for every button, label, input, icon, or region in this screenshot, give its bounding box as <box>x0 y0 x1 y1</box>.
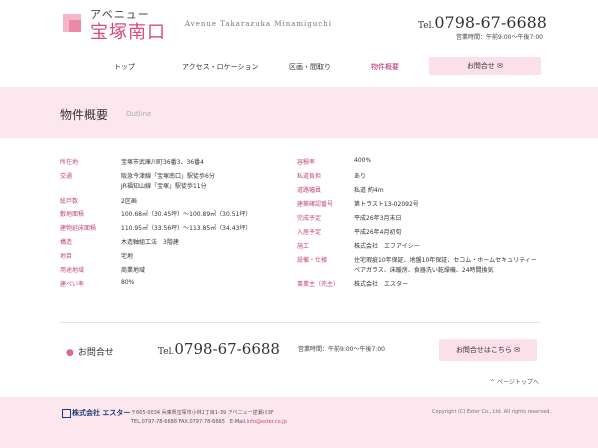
outline-value: 株式会社 エフアイシー <box>354 243 420 250</box>
bullet-icon: ● <box>66 348 74 358</box>
footer <box>0 397 598 448</box>
outline-label: 建物延床面積 <box>60 225 97 232</box>
email-link[interactable]: info@ester.co.jp <box>247 419 287 425</box>
company-logo[interactable]: 株式会社 エスター <box>72 408 130 418</box>
nav-item-outline[interactable]: 物件概要 <box>371 62 399 72</box>
outline-value: 第トラスト13-02092号 <box>354 201 419 208</box>
outline-value: 80% <box>121 279 135 286</box>
outline-value: 平成26年4月初旬 <box>354 229 402 236</box>
contact-hours: 営業時間：午前9:00〜午後7:00 <box>298 346 385 353</box>
nav-item-top[interactable]: トップ <box>114 62 135 72</box>
outline-value: JR福知山線「宝塚」駅徒歩11分 <box>121 183 207 190</box>
contact-button[interactable]: お問合せはこちら ✉ <box>439 339 537 361</box>
tel-number: 0798-67-6688 <box>434 13 547 32</box>
outline-value: 110.95㎡（33.56坪）〜113.85㎡（34.43坪） <box>121 225 252 232</box>
tel-prefix: Tel. <box>158 347 175 357</box>
contact-heading-label: お問合せ <box>77 348 114 358</box>
page-top-link[interactable]: ^ ページトップへ <box>490 377 539 386</box>
logo-english: Avenue Takarazuka Minamiguchi <box>185 20 332 28</box>
outline-label: 道路幅員 <box>297 187 322 194</box>
outline-label: 建築確認番号 <box>297 201 334 208</box>
copyright: Copyright (C) Ester Co., Ltd. All rights… <box>432 409 552 415</box>
outline-value: 商業地域 <box>121 267 146 274</box>
outline-value: 2区画 <box>121 198 137 205</box>
outline-label: 所在地 <box>60 159 79 166</box>
outline-value: 400% <box>354 157 372 164</box>
mail-icon: ✉ <box>514 346 521 354</box>
mail-icon: ✉ <box>497 62 504 70</box>
outline-label: 交通 <box>60 173 73 180</box>
outline-value: 私道 約4m <box>354 187 384 194</box>
outline-label: 容積率 <box>297 159 316 166</box>
outline-value: 木造軸組工法 3階建 <box>121 239 179 246</box>
outline-value: 阪急今津線「宝塚南口」駅徒歩6分 <box>121 173 215 180</box>
outline-label: 私道負担 <box>297 173 322 180</box>
outline-value: 宅地 <box>121 253 134 260</box>
page-title-english: Outline <box>126 110 152 118</box>
outline-value: ペアガラス、床暖房、食器洗い乾燥機、24時間換気 <box>354 267 494 274</box>
outline-label: 完成予定 <box>297 215 322 222</box>
outline-label: 施工 <box>297 243 310 250</box>
contact-heading: ● お問合せ <box>66 345 114 358</box>
outline-label: 入居予定 <box>297 229 322 236</box>
company-logo-icon <box>62 409 71 418</box>
page-title: 物件概要 <box>60 108 109 122</box>
contact-button-label: お問合せはこちら <box>455 346 512 354</box>
nav-item-access[interactable]: アクセス・ロケーション <box>182 62 259 72</box>
outline-label: 地目 <box>60 253 73 260</box>
outline-label: 敷地面積 <box>60 211 85 218</box>
tel-fax: TEL.0797-78-6688 FAX.0797-78-6665 E-Mail… <box>131 419 247 425</box>
outline-label: 用途地域 <box>60 267 85 274</box>
outline-label: 建ぺい率 <box>60 281 85 288</box>
outline-label: 構造 <box>60 239 73 246</box>
logo-title[interactable]: 宝塚南口 <box>90 18 166 44</box>
divider <box>60 322 540 323</box>
header-hours: 営業時間：午前9:00〜午後7:00 <box>456 34 543 41</box>
outline-label: 事業主（売主） <box>297 281 340 288</box>
outline-value: 株式会社 エスター <box>354 281 409 288</box>
nav-contact-button[interactable]: お問合せ ✉ <box>429 57 541 75</box>
outline-value: 100.68㎡（30.45坪）〜100.89㎡（30.51坪） <box>121 211 252 218</box>
company-contact: TEL.0797-78-6688 FAX.0797-78-6665 E-Mail… <box>131 418 287 425</box>
tel-prefix: Tel. <box>418 21 435 31</box>
nav-item-floorplan[interactable]: 区画・間取り <box>289 62 331 72</box>
outline-value: 住宅瑕疵10年保証、地盤10年保証、セコム・ホームセキュリティー <box>354 257 537 264</box>
company-address: 〒665-0034 兵庫県宝塚市小林1丁目1-39 アベニュー逆瀬川3F <box>131 410 274 416</box>
nav-contact-label: お問合せ <box>466 62 495 70</box>
outline-value: あり <box>354 173 367 180</box>
contact-tel[interactable]: Tel.0798-67-6688 <box>158 340 280 358</box>
outline-value: 宝塚市武庫川町36番3、36番4 <box>121 159 204 166</box>
page-top-label: ページトップへ <box>496 379 539 386</box>
caret-up-icon: ^ <box>490 379 496 386</box>
outline-label: 設備・仕様 <box>297 257 328 264</box>
logo-mark-inner <box>69 20 81 32</box>
outline-value: 平成26年3月末日 <box>354 215 402 222</box>
tel-number: 0798-67-6688 <box>174 340 280 358</box>
outline-label: 総戸数 <box>60 198 79 205</box>
header-tel[interactable]: Tel.0798-67-6688 <box>418 13 547 32</box>
